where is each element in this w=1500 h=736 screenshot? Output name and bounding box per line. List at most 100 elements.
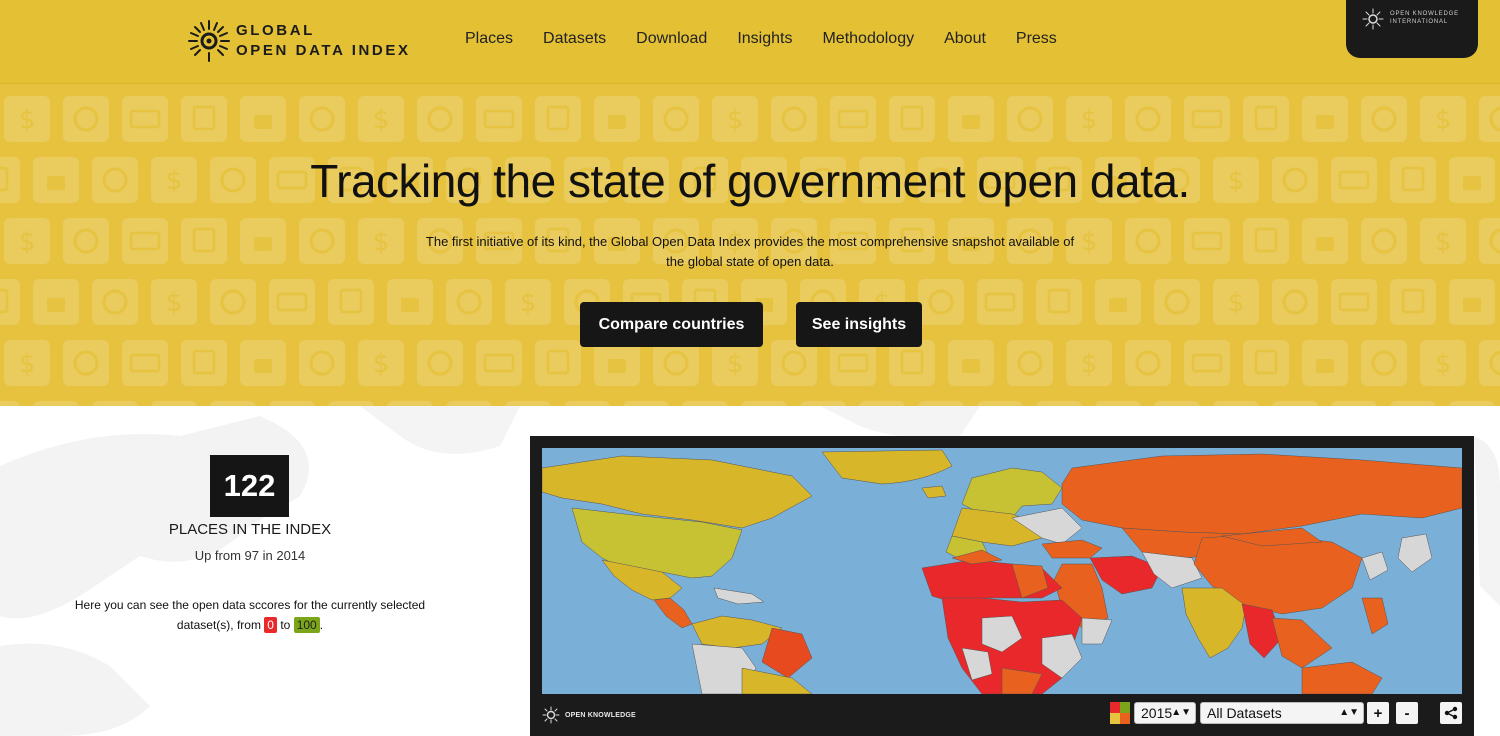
share-button[interactable] xyxy=(1440,702,1462,724)
documents-icon xyxy=(0,279,20,325)
compare-countries-button[interactable]: Compare countries xyxy=(580,302,763,347)
places-count-change: Up from 97 in 2014 xyxy=(194,548,306,563)
keyboard-icon xyxy=(122,340,168,386)
clock-icon xyxy=(1007,96,1053,142)
zoom-in-button[interactable]: + xyxy=(1367,702,1389,724)
keyboard-icon xyxy=(830,96,876,142)
map-countries-layer xyxy=(542,449,1462,694)
nav-download[interactable]: Download xyxy=(636,30,707,48)
nav-about[interactable]: About xyxy=(944,30,986,48)
lock-icon xyxy=(1302,96,1348,142)
documents-icon xyxy=(328,279,374,325)
documents-icon xyxy=(535,96,581,142)
documents-icon xyxy=(181,218,227,264)
clock-icon xyxy=(299,218,345,264)
dollar-icon-glyph: $ xyxy=(1081,105,1098,135)
download-icon xyxy=(1125,96,1171,142)
dollar-icon-glyph: $ xyxy=(1228,288,1245,318)
lock-icon-glyph xyxy=(962,359,980,373)
documents-icon xyxy=(1036,279,1082,325)
keyboard-icon xyxy=(269,279,315,325)
okfn-international-tab[interactable]: OPEN KNOWLEDGE INTERNATIONAL xyxy=(1346,0,1478,58)
lock-icon xyxy=(1302,218,1348,264)
download-icon xyxy=(63,218,109,264)
index-overview-section: 122 PLACES IN THE INDEX Up from 97 in 20… xyxy=(0,406,1500,736)
keyboard-icon xyxy=(1331,279,1377,325)
dollar-icon: $ xyxy=(1066,340,1112,386)
zoom-out-button[interactable]: - xyxy=(1396,702,1418,724)
logo-line-2: OPEN DATA INDEX xyxy=(236,42,411,59)
dataset-select[interactable]: All Datasets ▲▼ xyxy=(1200,702,1364,724)
nav-press[interactable]: Press xyxy=(1016,30,1057,48)
lock-icon xyxy=(1449,279,1495,325)
hero-subtitle-line-2: the global state of open data. xyxy=(666,254,834,269)
okfn-tab-line-2: INTERNATIONAL xyxy=(1390,19,1448,25)
map-controls-bar: OPEN KNOWLEDGE 2015 ▲▼ All Datasets ▲▼ +… xyxy=(530,694,1474,736)
documents-icon xyxy=(181,340,227,386)
score-legend-icon xyxy=(1110,702,1130,724)
nav-methodology[interactable]: Methodology xyxy=(822,30,914,48)
documents-icon xyxy=(1243,96,1289,142)
places-count: 122 xyxy=(210,455,289,517)
clock-icon xyxy=(446,279,492,325)
lock-icon-glyph xyxy=(1316,115,1334,129)
clock-icon xyxy=(299,96,345,142)
scores-description: Here you can see the open data sccores f… xyxy=(50,595,450,635)
lock-icon-glyph xyxy=(962,115,980,129)
dollar-icon-glyph: $ xyxy=(1435,349,1452,379)
top-navbar: GLOBAL OPEN DATA INDEX Places Datasets D… xyxy=(0,0,1500,84)
dollar-icon: $ xyxy=(4,218,50,264)
dollar-icon: $ xyxy=(358,96,404,142)
scores-description-to: to xyxy=(280,618,291,632)
documents-icon xyxy=(889,96,935,142)
scores-description-prefix: dataset(s), from xyxy=(176,618,261,632)
nav-datasets[interactable]: Datasets xyxy=(543,30,606,48)
lock-icon xyxy=(33,279,79,325)
open-data-logo-icon xyxy=(188,20,230,62)
world-choropleth-map[interactable] xyxy=(542,448,1462,694)
year-select-value: 2015 xyxy=(1141,705,1173,721)
dollar-icon: $ xyxy=(712,96,758,142)
download-icon xyxy=(918,279,964,325)
year-select[interactable]: 2015 ▲▼ xyxy=(1134,702,1196,724)
places-count-label: PLACES IN THE INDEX xyxy=(168,521,332,538)
documents-icon xyxy=(1243,218,1289,264)
dollar-icon-glyph: $ xyxy=(1435,227,1452,257)
hero-subtitle-line-1: The first initiative of its kind, the Gl… xyxy=(425,234,1075,249)
dollar-icon: $ xyxy=(1420,96,1466,142)
nav-insights[interactable]: Insights xyxy=(737,30,792,48)
dollar-icon: $ xyxy=(358,340,404,386)
download-icon xyxy=(771,96,817,142)
max-score-badge: 100 xyxy=(293,617,320,633)
clock-icon xyxy=(1007,340,1053,386)
lock-icon xyxy=(1302,340,1348,386)
lock-icon-glyph xyxy=(608,359,626,373)
dollar-icon-glyph: $ xyxy=(19,349,36,379)
clock-icon xyxy=(92,279,138,325)
lock-icon-glyph xyxy=(401,298,419,312)
select-arrows-icon: ▲▼ xyxy=(1339,707,1359,718)
nav-places[interactable]: Places xyxy=(465,30,513,48)
download-icon xyxy=(1479,340,1500,386)
lock-icon xyxy=(240,340,286,386)
dataset-select-value: All Datasets xyxy=(1207,705,1282,721)
lock-icon-glyph xyxy=(254,115,272,129)
documents-icon xyxy=(1390,279,1436,325)
dollar-icon-glyph: $ xyxy=(19,105,36,135)
download-icon xyxy=(1272,279,1318,325)
dollar-icon: $ xyxy=(1213,279,1259,325)
clock-icon xyxy=(1154,279,1200,325)
okfn-tab-text: OPEN KNOWLEDGE INTERNATIONAL xyxy=(1390,10,1459,26)
open-knowledge-mark-icon xyxy=(542,706,560,724)
lock-icon xyxy=(240,218,286,264)
site-logo[interactable]: GLOBAL OPEN DATA INDEX xyxy=(186,16,436,66)
select-arrows-icon: ▲▼ xyxy=(1171,707,1191,718)
see-insights-button[interactable]: See insights xyxy=(796,302,922,347)
clock-icon xyxy=(653,96,699,142)
dollar-icon-glyph: $ xyxy=(166,288,183,318)
dollar-icon-glyph: $ xyxy=(520,288,537,318)
keyboard-icon xyxy=(1184,218,1230,264)
lock-icon xyxy=(948,340,994,386)
keyboard-icon xyxy=(1184,96,1230,142)
open-knowledge-logo-icon xyxy=(1362,8,1384,30)
